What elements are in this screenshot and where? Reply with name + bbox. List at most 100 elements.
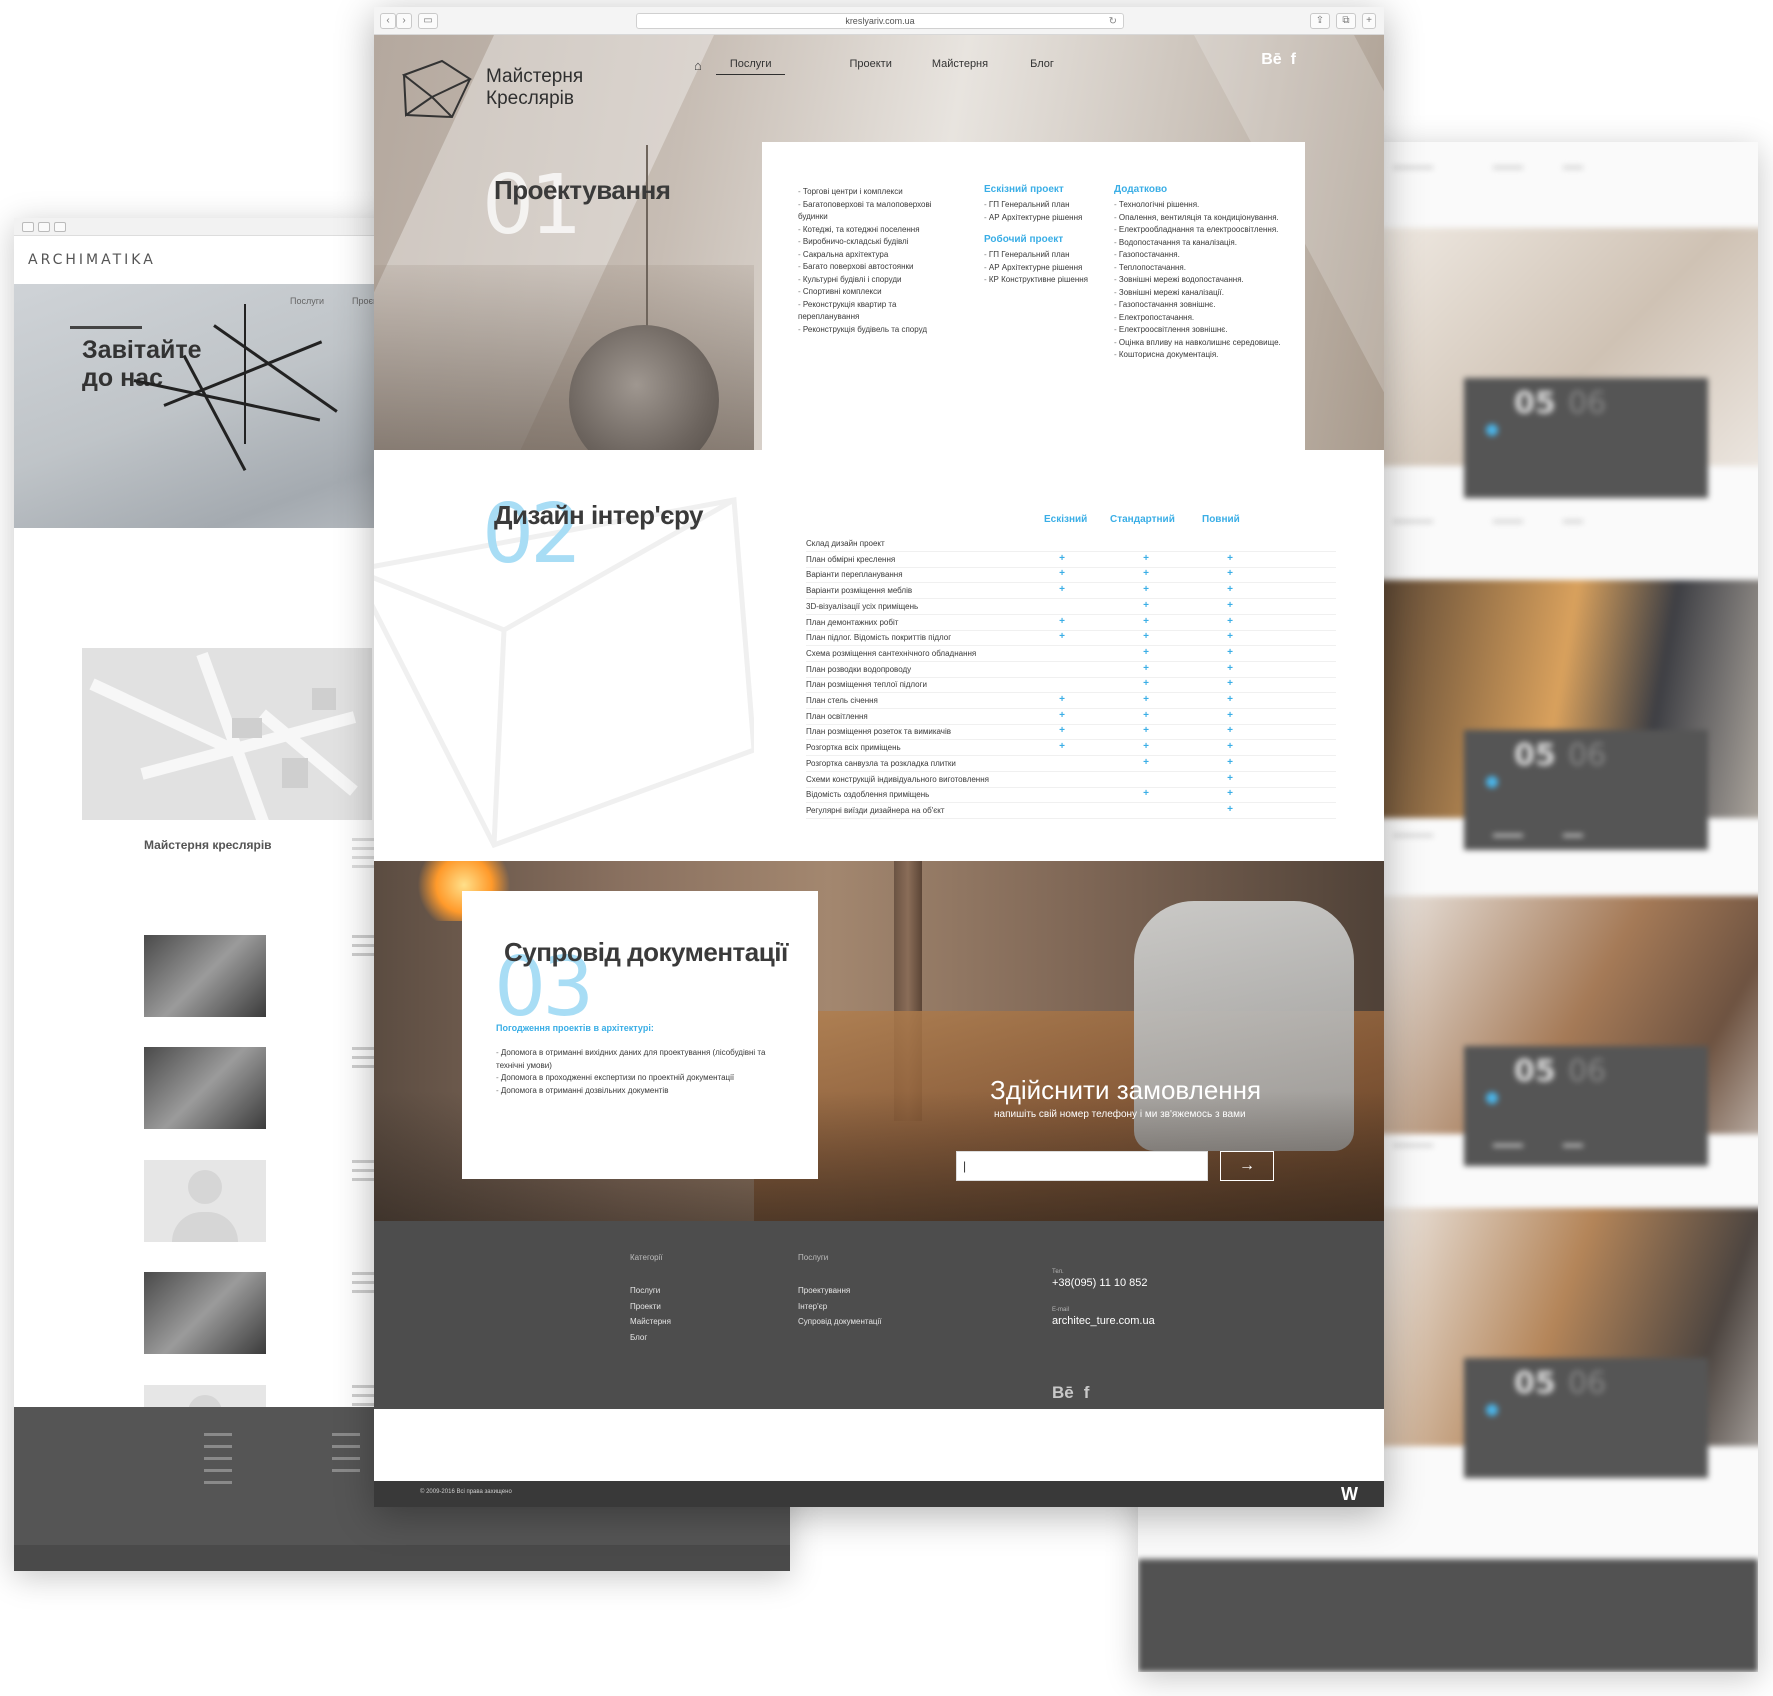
title-rule: [70, 326, 142, 329]
developer-logo[interactable]: W: [1341, 1484, 1358, 1505]
included-mark: +: [1227, 741, 1233, 753]
facebook-icon[interactable]: f: [1084, 1383, 1090, 1403]
nav-item-projects[interactable]: Проекти: [835, 55, 905, 75]
cube-logo-icon: [402, 59, 472, 119]
nav-item-services[interactable]: Послуги: [715, 55, 786, 75]
included-mark: +: [1227, 788, 1233, 800]
facebook-icon[interactable]: f: [1291, 51, 1296, 69]
project-card[interactable]: 05 06: [1378, 228, 1758, 498]
included-mark: +: [1227, 772, 1233, 784]
archimatika-logo[interactable]: ARCHIMATIKA: [28, 252, 156, 268]
footer-link[interactable]: Проекти: [630, 1299, 671, 1315]
tabs-button[interactable]: ⧉: [1336, 13, 1356, 29]
forward-button[interactable]: ›: [396, 13, 412, 29]
row-label: Схема розміщення сантехнічного обладнанн…: [806, 648, 977, 658]
footer-link[interactable]: Блог: [630, 1330, 671, 1346]
documentation-subtitle: Погодження проектів в архітектурі:: [496, 1023, 654, 1033]
project-card[interactable]: 05 06: [1378, 1208, 1758, 1478]
extra-col: Додатково Технологічні рішення. Опалення…: [1114, 184, 1294, 362]
nav-item-workshop[interactable]: Майстерня: [918, 55, 1002, 75]
address-bar[interactable]: kreslyariv.com.ua ↻: [636, 13, 1124, 29]
project-card[interactable]: 05 06: [1378, 896, 1758, 1166]
included-mark: +: [1059, 631, 1065, 643]
table-row: Схема розміщення сантехнічного обладнанн…: [806, 647, 1336, 662]
table-row: План демонтажних робіт + + +: [806, 616, 1336, 631]
table-row: Варіанти перепланування + + +: [806, 568, 1336, 584]
submit-arrow-button[interactable]: →: [1220, 1151, 1274, 1181]
table-row: План освітлення + + +: [806, 709, 1336, 725]
row-label: Варіанти розміщення меблів: [806, 586, 913, 596]
list-item: Виробничо-складські будівлі: [798, 236, 958, 249]
chandelier-rod: [244, 304, 246, 444]
phone-input[interactable]: |: [956, 1151, 1208, 1181]
included-mark: +: [1059, 725, 1065, 737]
included-mark: +: [1059, 741, 1065, 753]
list-item: Культурні будівлі і споруди: [798, 274, 958, 287]
behance-icon[interactable]: Bē: [1261, 51, 1281, 69]
kreslyariv-window: ‹ › ▭ kreslyariv.com.ua ↻ ⇪ ⧉ + Майстерн…: [374, 7, 1384, 1507]
included-mark: +: [1143, 599, 1149, 611]
footer-categories: Послуги Проекти Майстерня Блог: [630, 1283, 671, 1345]
chandelier-rod: [133, 379, 321, 422]
footer-link[interactable]: Майстерня: [630, 1314, 671, 1330]
location-map[interactable]: [82, 648, 372, 820]
dot-icon: [1486, 424, 1498, 436]
forward-icon[interactable]: [38, 221, 50, 232]
browser-toolbar: ‹ › ▭ kreslyariv.com.ua ↻ ⇪ ⧉ +: [374, 7, 1384, 35]
reload-icon[interactable]: ↻: [1109, 15, 1117, 29]
table-row: План стель січення + + +: [806, 694, 1336, 709]
row-label: Відомість оздоблення приміщень: [806, 790, 930, 800]
phone-number[interactable]: +38(095) 11 10 852: [1052, 1277, 1148, 1289]
sidebar-button[interactable]: ▭: [418, 13, 438, 29]
list-item: Електропостачання.: [1114, 312, 1294, 325]
nav-item[interactable]: Послуги: [290, 296, 324, 306]
included-mark: +: [1227, 709, 1233, 721]
new-tab-button[interactable]: +: [1362, 13, 1376, 29]
behance-icon[interactable]: Bē: [1052, 1383, 1074, 1403]
included-mark: +: [1227, 725, 1233, 737]
row-label: Склад дизайн проект: [806, 539, 885, 548]
home-icon[interactable]: ⌂: [694, 58, 702, 73]
email-address[interactable]: architec_ture.com.ua: [1052, 1315, 1155, 1327]
list-item: Допомога в отриманні дозвільних документ…: [496, 1085, 796, 1098]
share-button[interactable]: ⇪: [1310, 13, 1330, 29]
included-mark: +: [1143, 631, 1149, 643]
row-label: План обмірні креслення: [806, 554, 896, 564]
nav-item-blog[interactable]: Блог: [1016, 55, 1068, 75]
list-item: Котеджі, та котеджні поселення: [798, 224, 958, 237]
dot-icon: [1486, 776, 1498, 788]
site-footer: [1138, 1559, 1758, 1672]
list-item: ГП Генеральний план: [984, 199, 1094, 212]
table-row: 3D-візуалізації усіх приміщень + +: [806, 599, 1336, 615]
sidebar-icon[interactable]: [54, 221, 66, 232]
footer-social: Bē f: [1052, 1383, 1089, 1403]
chandelier-rod: [182, 354, 247, 471]
team-photo: [144, 1272, 266, 1354]
footer-link[interactable]: Проектування: [798, 1283, 882, 1299]
section-title: Майстерня креслярів: [144, 838, 272, 852]
row-label: Варіанти перепланування: [806, 570, 903, 580]
section-interior: 02 Дизайн інтер'єру Ескізний Стандартний…: [374, 450, 1384, 861]
footer-link[interactable]: Супровід документації: [798, 1314, 882, 1330]
design-list: Торгові центри і комплекси Багатоповерхо…: [798, 186, 958, 336]
included-mark: +: [1059, 584, 1065, 596]
row-label: План розміщення розеток та вимикачів: [806, 727, 951, 737]
dot-icon: [1486, 1092, 1498, 1104]
site-logo[interactable]: Майстерня Креслярів: [402, 57, 586, 119]
copyright: © 2009-2016 Всі права захищено: [420, 1489, 512, 1495]
footer-link[interactable]: Інтер'єр: [798, 1299, 882, 1315]
list-item: Кошторисна документація.: [1114, 349, 1294, 362]
list-item: Сакральна архітектура: [798, 249, 958, 262]
column-header: Ескізний: [1044, 514, 1088, 525]
row-label: План освітлення: [806, 711, 868, 721]
footer-link[interactable]: Послуги: [630, 1283, 671, 1299]
table-row: Схеми конструкцій індивідуального вигото…: [806, 772, 1336, 788]
back-icon[interactable]: [22, 221, 34, 232]
project-card[interactable]: 05 06: [1378, 580, 1758, 850]
section-title: Супровід документації: [504, 937, 788, 967]
phone-label: Тел.: [1052, 1269, 1064, 1275]
back-button[interactable]: ‹: [380, 13, 396, 29]
design-services-card: Торгові центри і комплекси Багатоповерхо…: [762, 142, 1305, 450]
table-row: Регулярні виїзди дизайнера на об'єкт +: [806, 804, 1336, 819]
included-mark: +: [1143, 725, 1149, 737]
